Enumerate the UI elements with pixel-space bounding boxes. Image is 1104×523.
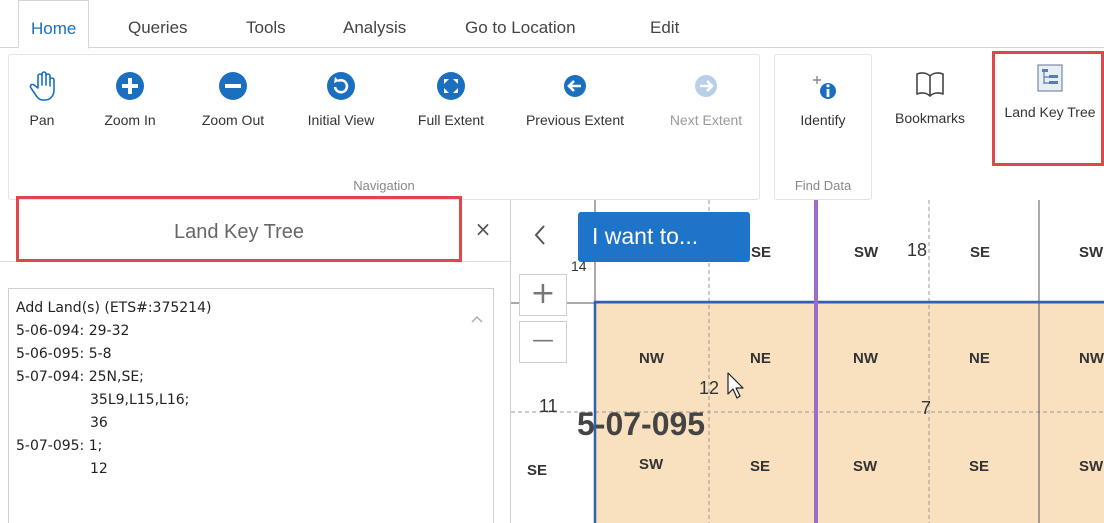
- initial-view-label: Initial View: [307, 112, 375, 128]
- ribbon: Navigation Pan Zoom In Zoom Out Initial …: [0, 48, 1104, 200]
- minus-circle-icon: [219, 72, 247, 100]
- previous-extent-label: Previous Extent: [525, 112, 625, 128]
- map-zoom-in-button[interactable]: +: [519, 274, 567, 316]
- bookmarks-button[interactable]: Bookmarks: [884, 68, 976, 126]
- section-number: 18: [907, 240, 928, 260]
- tree-line: 36: [90, 415, 108, 431]
- scroll-up-icon[interactable]: [470, 312, 484, 326]
- zoom-in-button[interactable]: Zoom In: [96, 70, 164, 128]
- pan-button[interactable]: Pan: [20, 70, 64, 128]
- previous-extent-button[interactable]: Previous Extent: [516, 70, 634, 128]
- quarter-label: NW: [639, 350, 664, 367]
- map-view[interactable]: SE SW 18 SE SW 14 NW NE NW NE NW 12 11 7…: [510, 200, 1104, 523]
- expand-icon: [437, 72, 465, 100]
- tab-tools[interactable]: Tools: [246, 0, 286, 48]
- ribbon-tab-bar: Home Queries Tools Analysis Go to Locati…: [0, 0, 1104, 49]
- pan-label: Pan: [29, 112, 55, 128]
- tree-line: 5-07-094: 25N,SE;: [16, 369, 144, 385]
- next-extent-button[interactable]: Next Extent: [660, 70, 752, 128]
- zoom-out-button[interactable]: Zoom Out: [192, 70, 274, 128]
- quarter-label: NE: [750, 350, 771, 367]
- land-key-tree-panel: Land Key Tree × Add Land(s) (ETS#:375214…: [0, 196, 510, 523]
- tab-edit[interactable]: Edit: [650, 0, 679, 48]
- tree-icon: [1037, 64, 1063, 92]
- section-number: 11: [539, 396, 558, 416]
- hand-icon: [29, 71, 55, 101]
- tree-line: Add Land(s) (ETS#:375214): [16, 300, 212, 316]
- quarter-label: SW: [1079, 458, 1104, 475]
- quarter-label: SE: [750, 458, 771, 475]
- section-number: 12: [699, 378, 720, 398]
- quarter-label: SW: [1079, 244, 1104, 261]
- tab-home[interactable]: Home: [18, 0, 90, 49]
- section-number: 7: [921, 398, 932, 418]
- land-key-tree-button[interactable]: Land Key Tree: [996, 62, 1104, 120]
- identify-button[interactable]: Identify: [784, 70, 862, 128]
- zoom-in-label: Zoom In: [104, 112, 156, 128]
- arrow-right-icon: [695, 75, 717, 97]
- next-extent-label: Next Extent: [669, 112, 743, 128]
- quarter-label: SW: [853, 458, 878, 475]
- tree-line: 35L9,L15,L16;: [90, 392, 190, 408]
- quarter-label: SE: [527, 462, 548, 479]
- tree-line: 5-06-094: 29-32: [16, 323, 130, 339]
- panel-title: Land Key Tree: [173, 221, 305, 243]
- zoom-out-label: Zoom Out: [201, 112, 265, 128]
- quarter-label: SE: [751, 244, 772, 261]
- i-want-to-button[interactable]: I want to...: [578, 212, 750, 262]
- find-data-group-label: Find Data: [794, 178, 852, 193]
- tab-analysis[interactable]: Analysis: [343, 0, 406, 48]
- arrow-left-icon: [564, 75, 586, 97]
- quarter-label: SW: [854, 244, 879, 261]
- tree-line: 12: [90, 461, 108, 477]
- township-label: 5-07-095: [577, 406, 706, 442]
- quarter-label: SE: [969, 458, 990, 475]
- quarter-label: NE: [969, 350, 990, 367]
- refresh-icon: [327, 72, 355, 100]
- identify-icon: [813, 76, 836, 99]
- initial-view-button[interactable]: Initial View: [298, 70, 384, 128]
- quarter-label: NW: [853, 350, 878, 367]
- map-zoom-out-button[interactable]: —: [519, 321, 567, 363]
- plus-circle-icon: [116, 72, 144, 100]
- identify-label: Identify: [800, 112, 846, 128]
- book-icon: [916, 72, 944, 97]
- navigation-group-label: Navigation: [353, 178, 415, 193]
- tab-go-to-location[interactable]: Go to Location: [465, 0, 576, 48]
- quarter-label: SW: [639, 456, 664, 473]
- bookmarks-label: Bookmarks: [894, 110, 966, 126]
- close-icon[interactable]: ×: [470, 216, 496, 242]
- tab-queries[interactable]: Queries: [128, 0, 188, 48]
- panel-header: Land Key Tree ×: [0, 200, 510, 262]
- tree-line: 5-06-095: 5-8: [16, 346, 112, 362]
- quarter-label: SE: [970, 244, 991, 261]
- tree-line: 5-07-095: 1;: [16, 438, 103, 454]
- collapse-panel-icon[interactable]: [529, 220, 551, 250]
- land-key-tree-label: Land Key Tree: [1004, 104, 1096, 120]
- quarter-label: NW: [1079, 350, 1104, 367]
- cursor-icon: [727, 372, 744, 399]
- full-extent-button[interactable]: Full Extent: [410, 70, 492, 128]
- full-extent-label: Full Extent: [417, 112, 485, 128]
